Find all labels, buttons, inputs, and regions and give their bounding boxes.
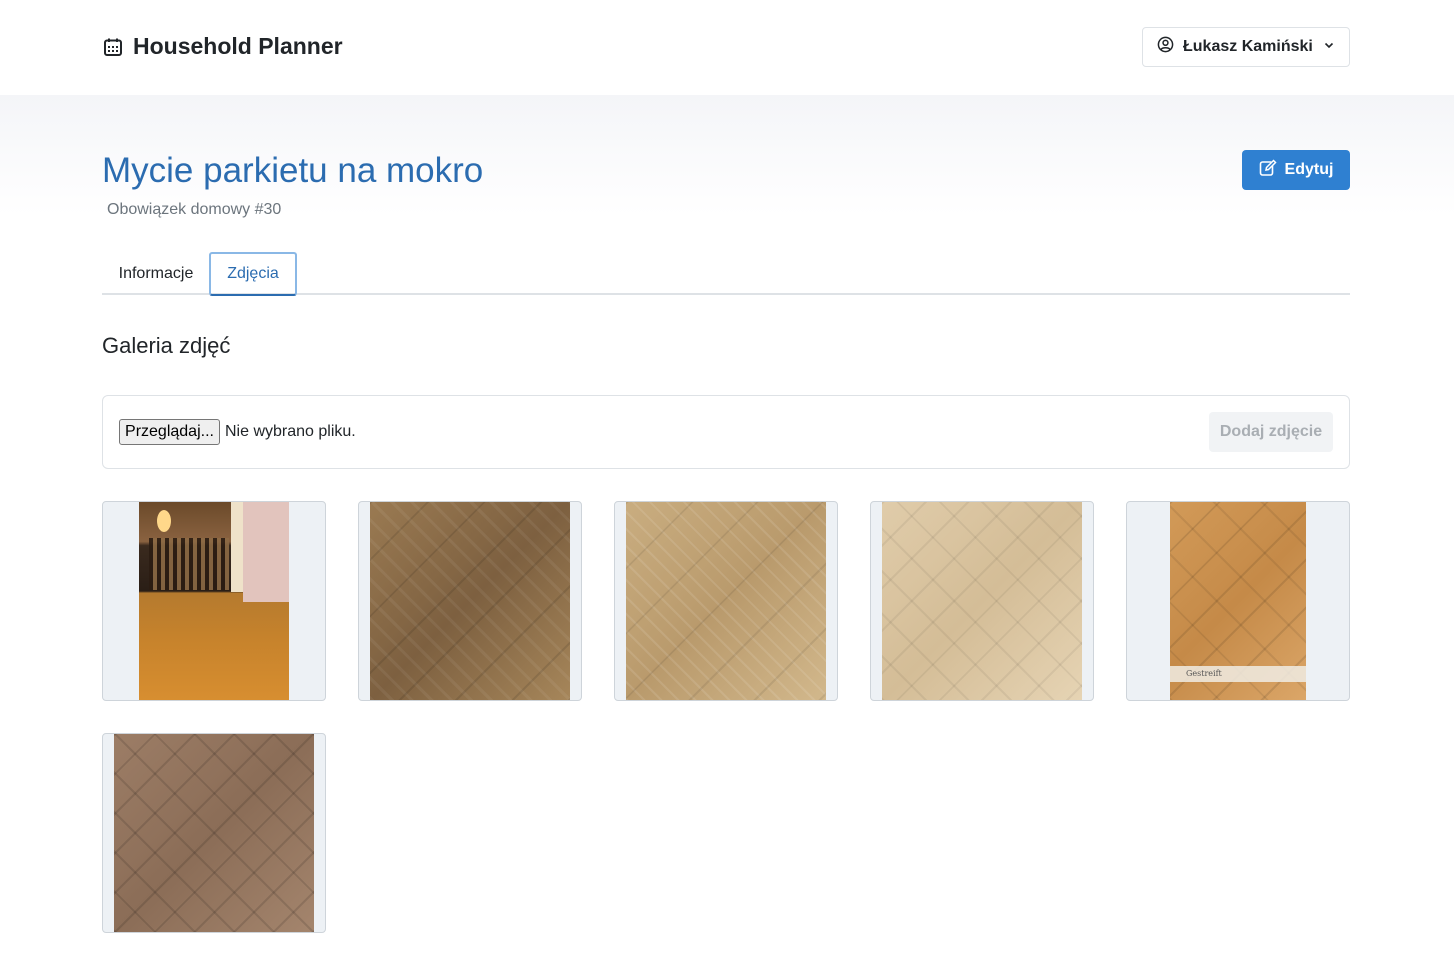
add-photo-button[interactable]: Dodaj zdjęcie — [1209, 412, 1333, 452]
edit-icon — [1259, 158, 1277, 182]
app-title: Household Planner — [133, 33, 343, 59]
photo-thumbnail[interactable] — [102, 733, 326, 933]
tab-bar: Informacje Zdjęcia — [102, 250, 1350, 296]
photo-image — [882, 502, 1082, 700]
brand[interactable]: Household Planner — [103, 33, 343, 60]
photo-image: Gestreift — [1170, 502, 1306, 700]
main-content: Mycie parkietu na mokro Obowiązek domowy… — [0, 95, 1454, 969]
file-status-text: Nie wybrano pliku. — [225, 423, 356, 440]
top-navbar: Household Planner Łukasz Kamiński — [0, 0, 1454, 95]
edit-button[interactable]: Edytuj — [1242, 150, 1350, 190]
tab-informacje[interactable]: Informacje — [102, 252, 210, 296]
tab-zdjecia[interactable]: Zdjęcia — [209, 252, 297, 296]
photo-caption: Gestreift — [1170, 666, 1306, 682]
gallery-title: Galeria zdjęć — [102, 333, 231, 358]
user-menu-button[interactable]: Łukasz Kamiński — [1142, 27, 1350, 67]
photo-thumbnail[interactable]: Gestreift — [1126, 501, 1350, 701]
photo-thumbnail[interactable] — [102, 501, 326, 701]
photo-thumbnail[interactable] — [870, 501, 1094, 701]
calendar-icon — [103, 37, 123, 57]
photo-image — [626, 502, 826, 700]
edit-button-label: Edytuj — [1284, 161, 1334, 178]
page-title: Mycie parkietu na mokro — [102, 151, 484, 190]
photo-thumbnail[interactable] — [614, 501, 838, 701]
photo-thumbnail[interactable] — [358, 501, 582, 701]
user-circle-icon — [1157, 36, 1174, 58]
photo-image — [139, 502, 289, 700]
page-subtitle: Obowiązek domowy #30 — [107, 201, 282, 218]
upload-form: Przeglądaj... Nie wybrano pliku. Dodaj z… — [102, 395, 1350, 469]
photo-image — [370, 502, 570, 700]
user-name: Łukasz Kamiński — [1183, 38, 1313, 55]
file-browse-button[interactable]: Przeglądaj... — [119, 419, 220, 445]
chevron-down-icon — [1323, 38, 1335, 56]
photo-image — [114, 734, 314, 932]
